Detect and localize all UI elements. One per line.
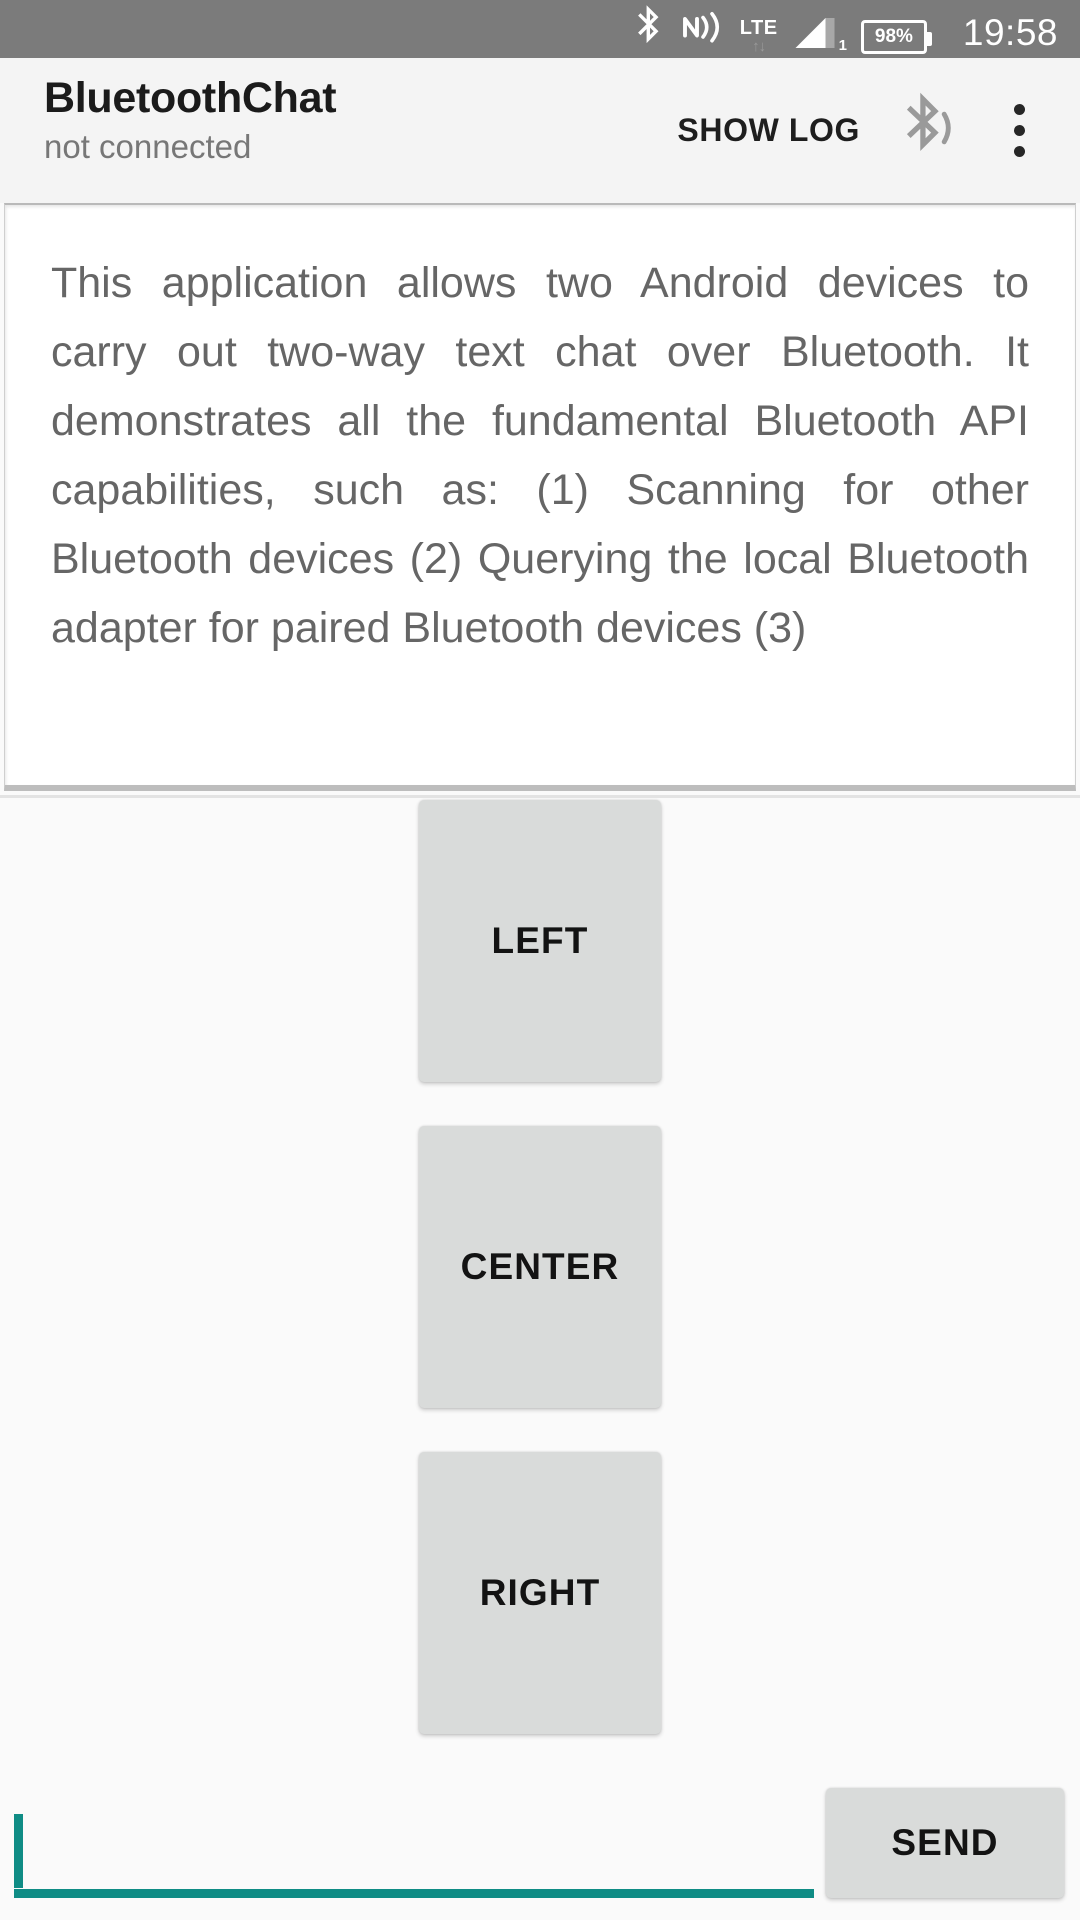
clock-label: 19:58	[962, 11, 1058, 53]
send-button[interactable]: SEND	[826, 1788, 1064, 1898]
bluetooth-audio-button[interactable]	[880, 83, 976, 179]
overflow-menu-button[interactable]	[976, 83, 1062, 179]
app-bar: BluetoothChat not connected SHOW LOG	[0, 58, 1080, 203]
status-bar: LTE ↑↓ 1 98% 19:58	[0, 0, 1080, 58]
nfc-signal-icon	[680, 7, 726, 54]
sim-slot-label: 1	[838, 36, 847, 54]
input-underline	[14, 1889, 814, 1898]
left-button[interactable]: LEFT	[419, 800, 661, 1082]
message-composer-row: SEND	[0, 1780, 1080, 1920]
bluetooth-audio-icon	[898, 91, 958, 170]
battery-icon: 98%	[860, 19, 932, 54]
overflow-dot	[1013, 146, 1025, 157]
network-type-label: LTE	[739, 16, 778, 39]
right-button[interactable]: RIGHT	[419, 1452, 661, 1734]
show-log-button[interactable]: SHOW LOG	[657, 102, 880, 159]
message-input[interactable]	[14, 1802, 814, 1892]
connection-status-label: not connected	[44, 128, 252, 166]
app-bar-actions: SHOW LOG	[657, 58, 1080, 203]
battery-percent-label: 98%	[874, 25, 913, 47]
data-transfer-arrows: ↑↓	[752, 37, 766, 55]
description-scroll-view[interactable]: This application allows two Android devi…	[4, 203, 1076, 791]
direction-button-stack: LEFT CENTER RIGHT	[0, 800, 1080, 1778]
overflow-dot	[1013, 104, 1025, 115]
description-text: This application allows two Android devi…	[51, 259, 1029, 652]
app-screen: LTE ↑↓ 1 98% 19:58 BluetoothChat not con…	[0, 0, 1080, 1920]
content-divider	[0, 795, 1080, 798]
app-bar-titles: BluetoothChat not connected	[0, 58, 657, 167]
bluetooth-icon	[632, 4, 666, 54]
signal-bars-icon: 1	[792, 12, 847, 54]
center-button[interactable]: CENTER	[419, 1126, 661, 1408]
message-input-wrapper[interactable]	[14, 1802, 814, 1898]
page-title: BluetoothChat	[44, 74, 337, 122]
network-type-indicator: LTE ↑↓	[740, 18, 778, 54]
overflow-dot	[1013, 125, 1025, 136]
